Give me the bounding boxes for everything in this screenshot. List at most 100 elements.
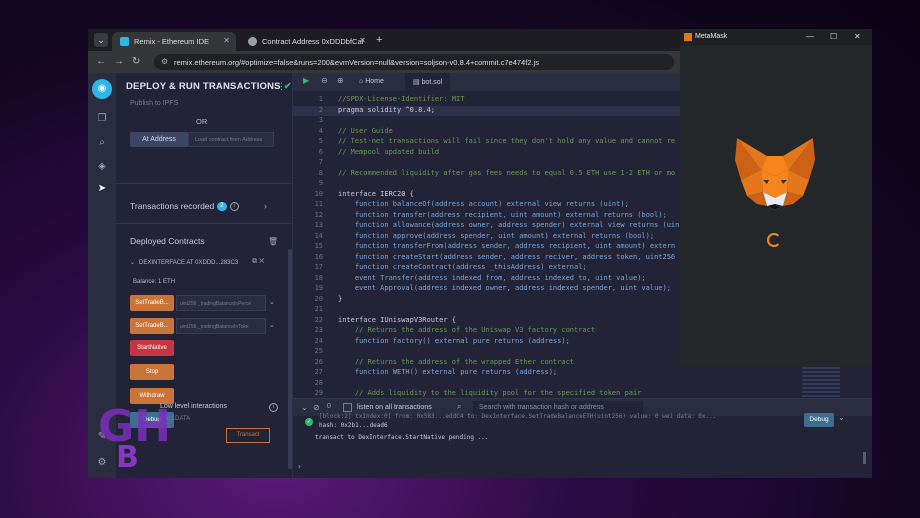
terminal-prompt[interactable]: ›: [297, 462, 302, 471]
code-line[interactable]: 16 function createStart(address sender, …: [293, 253, 682, 264]
deploy-icon[interactable]: ➤: [96, 183, 108, 195]
code-line[interactable]: 7: [293, 158, 682, 169]
code-line[interactable]: 19 event Approval(address indexed owner,…: [293, 284, 682, 295]
chevron-right-icon[interactable]: ›: [264, 201, 267, 211]
back-icon[interactable]: ←: [96, 56, 106, 67]
code-line[interactable]: 26 // Returns the address of the wrapped…: [293, 358, 682, 369]
code-line[interactable]: 1 //SPDX-License-Identifier: MIT: [293, 95, 682, 106]
maximize-icon[interactable]: ☐: [830, 32, 837, 41]
code-line[interactable]: 12 function transfer(address recipient, …: [293, 211, 682, 222]
code-line[interactable]: 20}: [293, 295, 682, 306]
code-line[interactable]: 29 // Adds liquidity to the liquidity po…: [293, 389, 682, 398]
start-native-button[interactable]: StartNative: [130, 340, 174, 356]
copy-icon[interactable]: ⧉: [252, 258, 257, 265]
code-line[interactable]: 6 // Mempool updated build: [293, 148, 682, 159]
stop-button[interactable]: Stop: [130, 364, 174, 380]
compiler-icon[interactable]: ◈: [96, 161, 108, 173]
chevron-down-icon[interactable]: ⌄: [269, 321, 275, 329]
code-text: function allowance(address owner, addres…: [338, 221, 680, 229]
tab-home[interactable]: ⌂ Home: [351, 73, 392, 91]
search-icon[interactable]: ⌕: [96, 137, 108, 149]
metamask-titlebar: MetaMask — ☐ ✕: [680, 29, 872, 45]
trash-icon[interactable]: 🗑: [268, 237, 278, 246]
code-line[interactable]: 8 // Recommended liquidity after gas fees…: [293, 169, 682, 180]
transactions-recorded[interactable]: Transactions recorded 2 i: [130, 201, 239, 212]
close-icon[interactable]: ✕: [359, 36, 366, 45]
code-line[interactable]: 13 function allowance(address owner, add…: [293, 221, 682, 232]
tab-remix[interactable]: Remix - Ethereum IDE ✕: [112, 32, 236, 51]
line-number: 13: [314, 221, 323, 229]
load-address-input[interactable]: Load contract from Address: [188, 132, 274, 147]
code-line[interactable]: 11 function balanceOf(address account) e…: [293, 200, 682, 211]
minimize-icon[interactable]: —: [806, 32, 814, 41]
code-text: // Mempool updated build: [338, 147, 440, 156]
line-number: 2: [318, 105, 323, 114]
terminal-scrollbar[interactable]: [863, 452, 866, 464]
divider: [116, 223, 293, 224]
code-line[interactable]: 22 interface IUniswapV3Router {: [293, 316, 682, 327]
code-text: // Test-net transactions will fail since…: [338, 137, 676, 145]
code-line[interactable]: 4 // User Guide: [293, 127, 682, 138]
transact-button[interactable]: Transact: [226, 428, 270, 443]
url-field[interactable]: ⚙ remix.ethereum.org/#optimize=false&run…: [154, 54, 674, 70]
code-line[interactable]: 10 interface IERC20 {: [293, 190, 682, 201]
remix-favicon-icon: [120, 37, 129, 46]
zoom-out-icon[interactable]: ⊖: [321, 76, 328, 85]
new-tab-icon[interactable]: +: [376, 34, 382, 46]
line-number: 14: [314, 231, 323, 240]
editor-minimap[interactable]: [802, 363, 840, 397]
code-line[interactable]: 25: [293, 347, 682, 358]
panel-menu-icon[interactable]: ⋮: [277, 81, 286, 92]
set-trade-balance-percent-button[interactable]: SetTradeB...: [130, 295, 174, 311]
close-icon[interactable]: ✕: [223, 36, 230, 45]
contract-instance[interactable]: ⌄ DEXINTERFACE AT 0XDDD...283C3: [130, 259, 238, 266]
code-editor[interactable]: 1 //SPDX-License-Identifier: MIT 2 pragma s…: [293, 91, 682, 398]
forward-icon[interactable]: →: [114, 56, 124, 67]
chevron-down-icon[interactable]: ⌄: [130, 260, 135, 266]
panel-scrollbar[interactable]: [288, 249, 292, 469]
set-trade-balance-token-button[interactable]: SetTradeB...: [130, 318, 174, 334]
info-icon[interactable]: i: [269, 403, 278, 412]
reload-icon[interactable]: ↻: [132, 56, 140, 67]
code-line[interactable]: 15 function transferFrom(address sender,…: [293, 242, 682, 253]
listen-checkbox[interactable]: [343, 403, 352, 412]
collapse-terminal-icon[interactable]: ⌄: [301, 403, 308, 412]
code-line[interactable]: 5 // Test-net transactions will fail sinc…: [293, 137, 682, 148]
close-icon[interactable]: ✕: [854, 32, 861, 41]
code-line[interactable]: 14 function approve(address spender, uin…: [293, 232, 682, 243]
run-icon[interactable]: ▶: [303, 76, 309, 85]
debug-button[interactable]: Debug: [804, 413, 834, 427]
close-icon[interactable]: ✕: [259, 258, 264, 265]
channel-watermark-icon: GH B: [98, 401, 171, 471]
code-line[interactable]: 21: [293, 305, 682, 316]
code-line[interactable]: 17 function createContract(address _this…: [293, 263, 682, 274]
tab-contract-address[interactable]: Contract Address 0xDDDbfCaf ✕: [240, 32, 372, 51]
clear-terminal-icon[interactable]: ⊘: [313, 403, 320, 412]
code-text: function approve(address spender, uint a…: [338, 231, 655, 240]
code-line[interactable]: 18 event Transfer(address indexed from, …: [293, 274, 682, 285]
publish-ipfs[interactable]: Publish to IPFS: [130, 100, 178, 107]
at-address-button[interactable]: At Address: [130, 132, 188, 147]
balance-label: Balance: 1 ETH: [133, 279, 176, 285]
code-line[interactable]: 28: [293, 379, 682, 390]
code-text: interface IERC20 {: [338, 189, 414, 198]
deployed-contracts-title: Deployed Contracts: [130, 236, 205, 246]
tab-search-button[interactable]: ⌄: [94, 33, 108, 47]
chevron-down-icon[interactable]: ⌄: [838, 413, 845, 422]
code-line[interactable]: 24 function factory() external pure retu…: [293, 337, 682, 348]
code-line[interactable]: 23 // Returns the address of the Uniswap…: [293, 326, 682, 337]
code-line[interactable]: 27 function WETH() external pure returns…: [293, 368, 682, 379]
line-number: 29: [314, 389, 323, 397]
code-line[interactable]: 3: [293, 116, 682, 127]
file-explorer-icon[interactable]: ❐: [96, 113, 108, 125]
site-info-icon[interactable]: ⚙: [161, 57, 168, 66]
tab-bot-sol[interactable]: ▤ bot.sol: [405, 73, 451, 91]
trading-balance-token-input[interactable]: uint256 _tradingBalanceInToke: [176, 318, 266, 334]
trading-balance-percent-input[interactable]: uint256 _tradingBalanceInPerce: [176, 295, 266, 311]
chevron-down-icon[interactable]: ⌄: [269, 298, 275, 306]
remix-logo-icon[interactable]: ◉: [92, 79, 112, 99]
info-icon[interactable]: i: [229, 202, 239, 212]
code-line[interactable]: 2 pragma solidity ^0.8.4;: [293, 105, 682, 116]
zoom-in-icon[interactable]: ⊕: [337, 76, 344, 85]
code-line[interactable]: 9: [293, 179, 682, 190]
